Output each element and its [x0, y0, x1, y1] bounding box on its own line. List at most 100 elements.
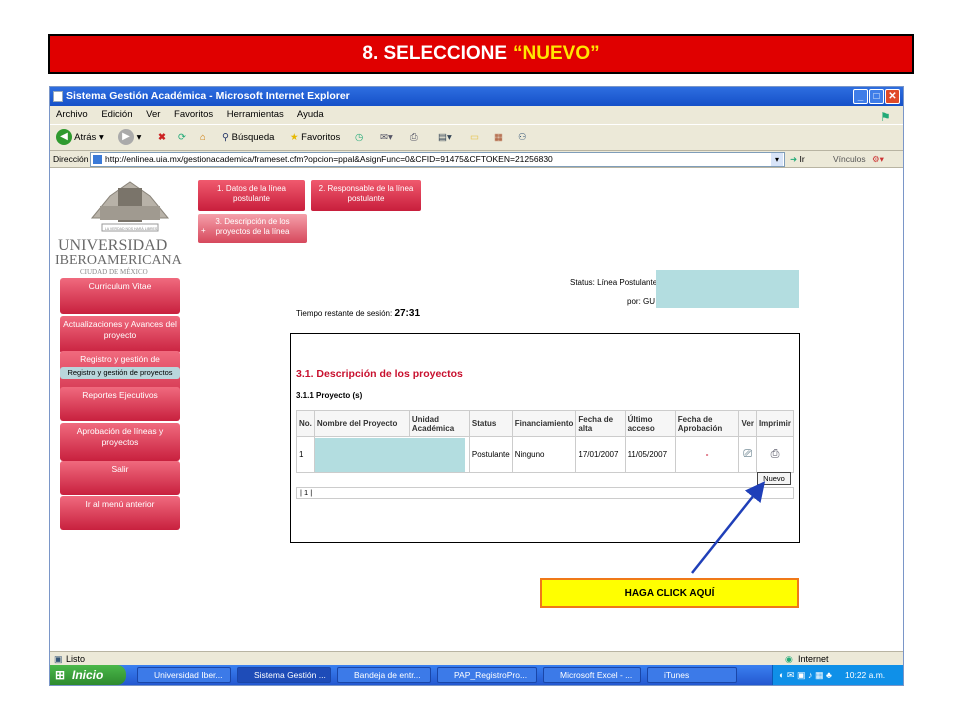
- back-label: Atrás: [74, 132, 97, 143]
- home-icon[interactable]: ⌂: [200, 129, 206, 147]
- close-button[interactable]: ✕: [885, 89, 900, 104]
- print-button[interactable]: ⎙: [755, 436, 795, 473]
- forward-button[interactable]: ▶ ▾: [118, 129, 141, 147]
- messenger-icon[interactable]: ⚇: [518, 129, 527, 147]
- print-icon[interactable]: ⎙: [410, 129, 418, 147]
- redacted-name-box: [656, 270, 799, 308]
- history-icon[interactable]: ◷: [355, 129, 363, 147]
- start-button[interactable]: ⊞ Inicio: [50, 665, 126, 685]
- tab-descripcion[interactable]: + 3. Descripción de los proyectos de la …: [198, 214, 307, 243]
- refresh-icon[interactable]: ⟳: [178, 129, 186, 147]
- col-status: Status: [468, 410, 513, 437]
- tab-datos-linea[interactable]: 1. Datos de la línea postulante: [198, 180, 305, 211]
- col-fecha-alta: Fecha de alta: [575, 410, 626, 437]
- links-label[interactable]: Vínculos: [833, 151, 866, 168]
- edit-icon[interactable]: ▤▾: [438, 129, 452, 147]
- tray-icons: ◐ ✉ ▣ ♪ ▦ ♣: [779, 670, 832, 680]
- links-toolbar-icon[interactable]: ⚙▾: [872, 151, 884, 168]
- col-unidad: Unidad Académica: [408, 410, 470, 437]
- nav-salir[interactable]: Salir: [60, 461, 180, 495]
- table-row: 1 Postulante Ninguno 17/01/2007 11/05/20…: [296, 436, 795, 473]
- stop-icon[interactable]: ✖: [158, 129, 166, 147]
- row-fecha-alta: 17/01/2007: [575, 436, 626, 473]
- nav-actualizaciones[interactable]: Actualizaciones y Avances del proyecto: [60, 316, 180, 354]
- ie-page-icon: [53, 91, 63, 102]
- menu-archivo[interactable]: Archivo: [56, 109, 88, 120]
- logo-line2: IBEROAMERICANA: [55, 253, 182, 268]
- status-label: Status: Línea Postulante: [570, 278, 658, 287]
- toolbar: ◀ Atrás ▾ ▶ ▾ ✖ ⟳ ⌂ ⚲ Búsqueda ★ Favorit…: [50, 124, 903, 151]
- star-icon: ★: [290, 132, 299, 143]
- minimize-button[interactable]: _: [853, 89, 868, 104]
- pointer-arrow-icon: [691, 481, 766, 574]
- back-arrow-icon: ◀: [56, 129, 72, 146]
- menu-edicion[interactable]: Edición: [101, 109, 132, 120]
- search-button[interactable]: ⚲ Búsqueda: [222, 129, 274, 147]
- nav-aprobacion[interactable]: Aprobación de líneas y proyectos: [60, 423, 180, 461]
- row-no: 1: [296, 436, 315, 473]
- nav-curriculum-vitae[interactable]: Curriculum Vitae: [60, 278, 180, 314]
- status-page-icon: ▣: [54, 654, 63, 664]
- col-no: No.: [296, 410, 315, 437]
- task-bandeja[interactable]: Bandeja de entr...: [337, 667, 431, 683]
- address-url: http://enlinea.uia.mx/gestionacademica/f…: [105, 154, 553, 164]
- table-header-row: No. Nombre del Proyecto Unidad Académica…: [296, 410, 795, 437]
- task-universidad[interactable]: Universidad Iber...: [137, 667, 231, 683]
- address-label: Dirección: [53, 154, 89, 164]
- folder-icon[interactable]: ▭: [470, 129, 479, 147]
- menu-favoritos[interactable]: Favoritos: [174, 109, 213, 120]
- research-icon[interactable]: ▦: [494, 129, 503, 147]
- slide-title: 8. SELECCIONE “NUEVO”: [48, 34, 914, 74]
- session-label: Tiempo restante de sesión: 27:31: [296, 308, 420, 319]
- tab-responsable[interactable]: 2. Responsable de la línea postulante: [311, 180, 421, 211]
- tab-descripcion-label: 3. Descripción de los proyectos de la lí…: [215, 217, 290, 236]
- row-financiamiento: Ninguno: [511, 436, 577, 473]
- go-button[interactable]: ➜ Ir: [790, 151, 805, 168]
- address-dropdown-icon[interactable]: ▾: [771, 153, 783, 166]
- windows-flag-icon: ⊞: [55, 668, 66, 682]
- redacted-project-name: [314, 437, 465, 472]
- go-label: Ir: [799, 154, 805, 164]
- maximize-button[interactable]: □: [869, 89, 884, 104]
- menu-ayuda[interactable]: Ayuda: [297, 109, 324, 120]
- menu-bar: Archivo Edición Ver Favoritos Herramient…: [50, 106, 903, 124]
- nav-registro-gestion-label: Registro y gestión de: [80, 354, 160, 364]
- window-titlebar: Sistema Gestión Académica - Microsoft In…: [50, 87, 903, 106]
- view-icon: ⎚: [743, 448, 753, 460]
- task-pap-registro[interactable]: PAP_RegistroPro...: [437, 667, 537, 683]
- slide-title-prefix: 8. SELECCIONE: [362, 43, 508, 64]
- section-subtitle: 3.1.1 Proyecto (s): [296, 391, 363, 400]
- back-button[interactable]: ◀ Atrás ▾: [56, 129, 104, 147]
- search-icon: ⚲: [222, 132, 229, 143]
- nav-menu-anterior[interactable]: Ir al menú anterior: [60, 496, 180, 530]
- view-button[interactable]: ⎚: [738, 436, 757, 473]
- status-text: Listo: [66, 654, 86, 664]
- task-excel[interactable]: Microsoft Excel - ...: [543, 667, 641, 683]
- col-financiamiento: Financiamiento: [511, 410, 577, 437]
- address-input[interactable]: http://enlinea.uia.mx/gestionacademica/f…: [90, 152, 785, 167]
- address-bar: Dirección http://enlinea.uia.mx/gestiona…: [50, 151, 903, 168]
- nav-reportes[interactable]: Reportes Ejecutivos: [60, 387, 180, 421]
- col-ultimo-acceso: Último acceso: [624, 410, 676, 437]
- col-imprimir: Imprimir: [755, 410, 795, 437]
- zone-text: Internet: [798, 654, 829, 664]
- menu-herramientas[interactable]: Herramientas: [227, 109, 284, 120]
- mail-icon[interactable]: ✉▾: [380, 129, 393, 147]
- window-title: Sistema Gestión Académica - Microsoft In…: [66, 90, 350, 102]
- col-aprobacion: Fecha de Aprobación: [674, 410, 740, 437]
- favorites-button[interactable]: ★ Favoritos: [290, 129, 340, 147]
- logo-line3: CIUDAD DE MÉXICO: [80, 268, 148, 276]
- session-text: Tiempo restante de sesión:: [296, 309, 393, 318]
- slide-title-highlight: “NUEVO”: [513, 43, 600, 64]
- internet-zone-icon: ◉: [785, 654, 793, 664]
- row-ultimo-acceso: 11/05/2007: [624, 436, 676, 473]
- start-label: Inicio: [72, 668, 104, 682]
- page-icon: [93, 155, 102, 164]
- task-itunes[interactable]: iTunes: [647, 667, 737, 683]
- menu-ver[interactable]: Ver: [146, 109, 160, 120]
- logo-motto: LA VERDAD NOS HARÁ LIBRES: [104, 227, 158, 231]
- task-sistema-gestion[interactable]: Sistema Gestión ...: [237, 667, 331, 683]
- section-title: 3.1. Descripción de los proyectos: [296, 368, 463, 380]
- status-bar: ▣ Listo ◉ Internet: [50, 651, 903, 665]
- university-crest: [80, 176, 180, 234]
